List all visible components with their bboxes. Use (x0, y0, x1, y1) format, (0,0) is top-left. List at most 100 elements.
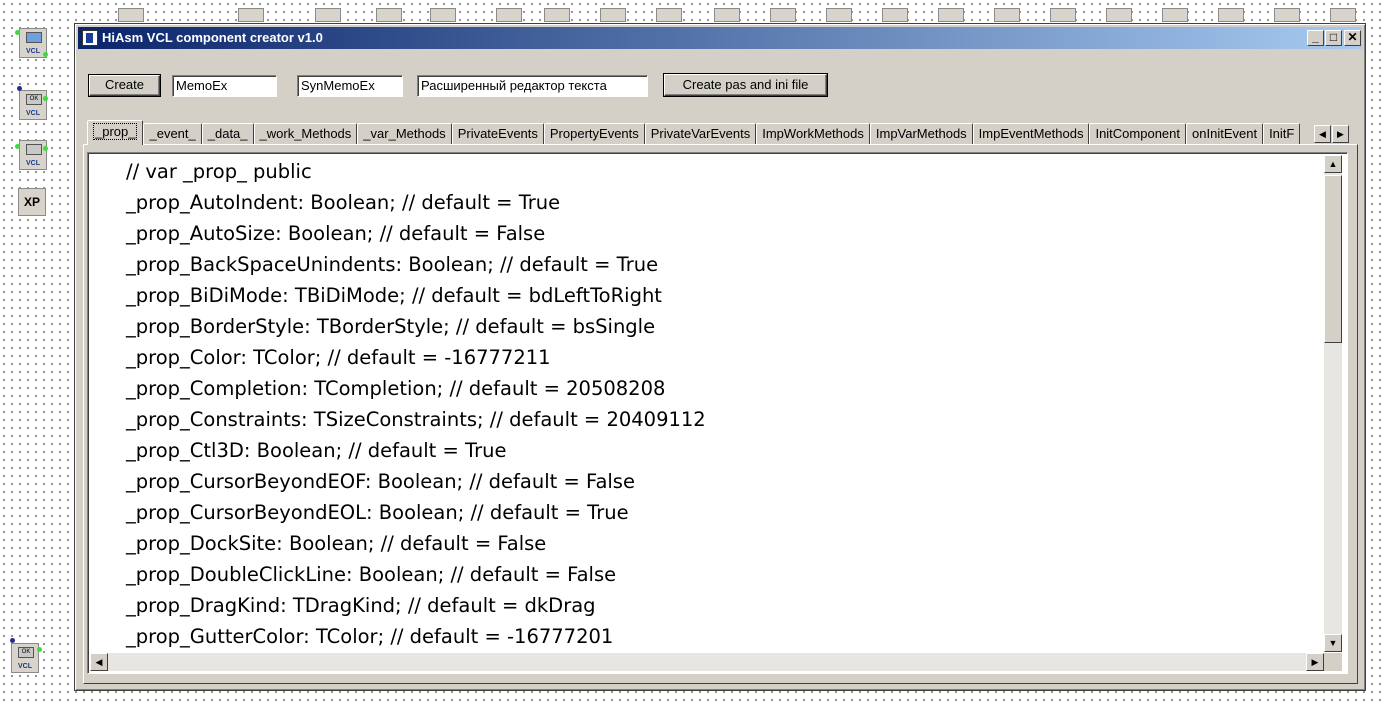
window-title: HiAsm VCL component creator v1.0 (102, 30, 323, 45)
palette-mini-component[interactable] (496, 8, 522, 22)
palette-component-button-2[interactable]: OK VCL (11, 643, 39, 673)
vcl-label: VCL (26, 110, 40, 117)
minimize-button[interactable]: _ (1307, 30, 1324, 46)
tab-scroll-right-button[interactable]: ▶ (1332, 125, 1349, 143)
window-icon (26, 32, 42, 43)
palette-mini-component[interactable] (315, 8, 341, 22)
tab-label: onInitEvent (1192, 126, 1258, 141)
code-line: _prop_BackSpaceUnindents: Boolean; // de… (126, 253, 659, 276)
title-bar[interactable]: HiAsm VCL component creator v1.0 _ □ ✕ (78, 27, 1362, 49)
tab-impvarmethods[interactable]: ImpVarMethods (869, 123, 973, 145)
palette-mini-component[interactable] (118, 8, 144, 22)
base-class-field[interactable]: SynMemoEx (297, 75, 403, 97)
scroll-right-button[interactable]: ▶ (1306, 653, 1324, 671)
component-creator-window: HiAsm VCL component creator v1.0 _ □ ✕ C… (74, 23, 1366, 691)
tab-initcomponent[interactable]: InitComponent (1089, 123, 1187, 145)
code-line: _prop_Completion: TCompletion; // defaul… (126, 377, 666, 400)
create-pas-ini-button[interactable]: Create pas and ini file (664, 74, 827, 96)
palette-mini-component[interactable] (376, 8, 402, 22)
code-line: _prop_DoubleClickLine: Boolean; // defau… (126, 563, 617, 586)
scroll-down-button[interactable]: ▼ (1324, 634, 1342, 652)
code-line: // var _prop_ public (126, 160, 312, 183)
tab-label: PropertyEvents (549, 126, 639, 141)
tab-prop[interactable]: _prop_ (87, 120, 144, 145)
scrollbar-corner (1324, 653, 1342, 671)
palette-mini-component[interactable] (938, 8, 964, 22)
tab-impeventmethods[interactable]: ImpEventMethods (972, 123, 1090, 145)
vcl-label: VCL (18, 663, 32, 670)
code-text[interactable]: // var _prop_ public _prop_AutoIndent: Bo… (126, 156, 706, 652)
scroll-up-button[interactable]: ▲ (1324, 155, 1342, 173)
palette-mini-component[interactable] (656, 8, 682, 22)
code-line: _prop_BiDiMode: TBiDiMode; // default = … (126, 284, 662, 307)
palette-mini-component[interactable] (238, 8, 264, 22)
palette-mini-component[interactable] (600, 8, 626, 22)
tab-label: PrivateVarEvents (650, 126, 751, 141)
palette-mini-component[interactable] (430, 8, 456, 22)
code-editor[interactable]: // var _prop_ public _prop_AutoIndent: Bo… (87, 152, 1348, 674)
palette-component-button[interactable]: OK VCL (19, 90, 47, 120)
palette-mini-component[interactable] (882, 8, 908, 22)
palette-mini-component[interactable] (714, 8, 740, 22)
palette-mini-component[interactable] (826, 8, 852, 22)
tab-label: _event_ (149, 126, 196, 141)
connection-pin (43, 146, 48, 151)
palette-mini-component[interactable] (1162, 8, 1188, 22)
connection-pin (37, 647, 42, 652)
code-line: _prop_Ctl3D: Boolean; // default = True (126, 439, 507, 462)
horizontal-scrollbar[interactable]: ◀ ▶ (90, 653, 1324, 671)
code-line: _prop_CursorBeyondEOF: Boolean; // defau… (126, 470, 635, 493)
checkbox-icon (26, 144, 42, 155)
palette-component-checkbox[interactable]: VCL (19, 140, 47, 170)
code-line: _prop_AutoSize: Boolean; // default = Fa… (126, 222, 546, 245)
maximize-button[interactable]: □ (1325, 30, 1342, 46)
tab-label: InitF (1269, 126, 1295, 141)
palette-mini-component[interactable] (1218, 8, 1244, 22)
palette-mini-component[interactable] (1050, 8, 1076, 22)
palette-mini-component[interactable] (994, 8, 1020, 22)
tab-event[interactable]: _event_ (143, 123, 202, 145)
tab-var-methods[interactable]: _var_Methods (357, 123, 452, 145)
vertical-scroll-thumb[interactable] (1324, 175, 1342, 343)
code-line: _prop_BorderStyle: TBorderStyle; // defa… (126, 315, 656, 338)
tab-label: ImpWorkMethods (762, 126, 864, 141)
tab-data[interactable]: _data_ (201, 123, 254, 145)
tab-work-methods[interactable]: _work_Methods (253, 123, 358, 145)
tab-label: _var_Methods (363, 126, 446, 141)
component-name-field[interactable]: MemoEx (172, 75, 277, 97)
app-icon (82, 30, 98, 46)
code-line: _prop_Constraints: TSizeConstraints; // … (126, 408, 706, 431)
code-line: _prop_DragKind: TDragKind; // default = … (126, 594, 596, 617)
button-icon: OK (18, 647, 34, 658)
button-icon: OK (26, 94, 42, 105)
close-button[interactable]: ✕ (1344, 30, 1361, 46)
tab-privateevents[interactable]: PrivateEvents (451, 123, 544, 145)
tab-label: ImpEventMethods (978, 126, 1084, 141)
tab-strip: _prop_ _event_ _data_ _work_Methods _var_Met… (87, 119, 1349, 145)
palette-mini-component[interactable] (1274, 8, 1300, 22)
description-field[interactable]: Расширенный редактор текста (417, 75, 648, 97)
palette-mini-component[interactable] (1330, 8, 1356, 22)
vcl-label: VCL (26, 160, 40, 167)
palette-mini-component[interactable] (770, 8, 796, 22)
code-line: _prop_Color: TColor; // default = -16777… (126, 346, 551, 369)
palette-mini-component[interactable] (544, 8, 570, 22)
connection-pin (15, 144, 20, 149)
connection-pin (17, 86, 22, 91)
tab-propertyevents[interactable]: PropertyEvents (543, 123, 645, 145)
tab-initf[interactable]: InitF (1263, 123, 1301, 145)
tab-label: PrivateEvents (457, 126, 538, 141)
create-button[interactable]: Create (89, 75, 160, 96)
tab-privatevarevents[interactable]: PrivateVarEvents (644, 123, 757, 145)
vertical-scrollbar[interactable]: ▲ ▼ (1324, 155, 1342, 652)
code-line: _prop_GutterColor: TColor; // default = … (126, 625, 614, 648)
xp-manifest-component[interactable]: XP (18, 188, 46, 216)
palette-mini-component[interactable] (1106, 8, 1132, 22)
tab-oninitevent[interactable]: onInitEvent (1186, 123, 1264, 145)
connection-pin (10, 638, 15, 643)
tab-scroll-left-button[interactable]: ◀ (1314, 125, 1331, 143)
code-line: _prop_DockSite: Boolean; // default = Fa… (126, 532, 547, 555)
tab-impworkmethods[interactable]: ImpWorkMethods (756, 123, 870, 145)
tabs-container: _prop_ _event_ _data_ _work_Methods _var_Met… (87, 119, 1349, 145)
scroll-left-button[interactable]: ◀ (90, 653, 108, 671)
